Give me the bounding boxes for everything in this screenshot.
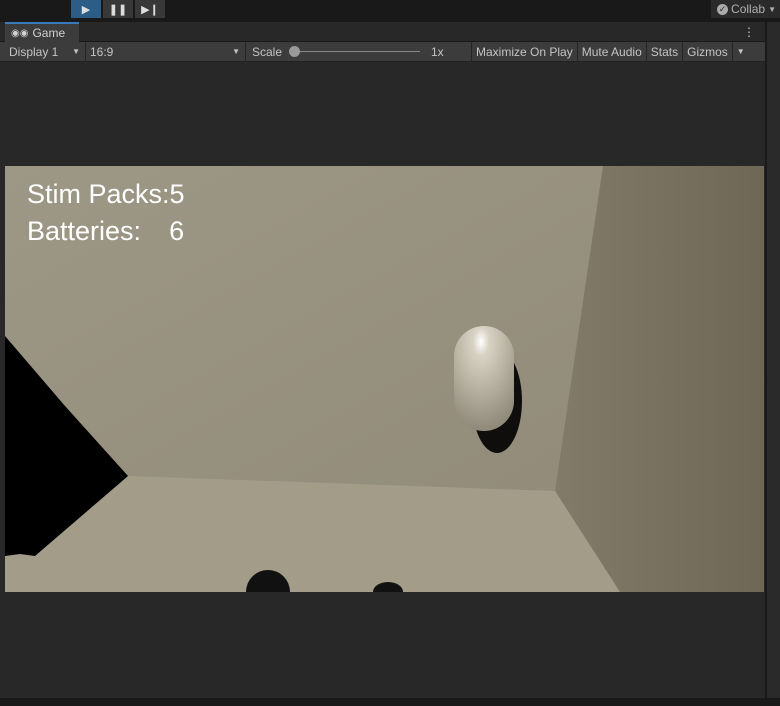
stim-packs-counter: Stim Packs:5 — [27, 179, 185, 209]
aspect-label: 16:9 — [90, 44, 114, 59]
main-toolbar: ▶ ❚❚ ▶❙ ✓ Collab ▼ — [0, 0, 780, 22]
display-dropdown[interactable]: Display 1 ▼ — [0, 41, 86, 62]
inspector-panel-edge — [765, 22, 780, 706]
gizmos-dropdown-icon[interactable]: ▼ — [733, 42, 749, 62]
stats-toggle[interactable]: Stats — [647, 41, 684, 62]
game-view[interactable]: Stim Packs:5 Batteries: 6 — [0, 62, 765, 698]
chevron-down-icon: ▼ — [768, 4, 776, 14]
scale-control: Scale 1x — [246, 41, 472, 62]
bottom-bar — [0, 698, 780, 706]
collab-label: Collab — [731, 2, 766, 16]
maximize-on-play-toggle[interactable]: Maximize On Play — [472, 41, 578, 62]
gamepad-icon: ◉◉ — [11, 27, 29, 39]
more-options-icon[interactable]: ⋮ — [743, 25, 755, 39]
chevron-down-icon: ▼ — [232, 47, 240, 56]
game-toolbar: Display 1 ▼ 16:9 ▼ Scale 1x Maximize On Pl… — [0, 41, 765, 62]
batteries-value: 6 — [169, 216, 185, 246]
collab-button[interactable]: ✓ Collab ▼ — [711, 0, 780, 18]
scale-slider[interactable] — [289, 45, 420, 57]
chevron-down-icon: ▼ — [72, 47, 80, 56]
aspect-dropdown[interactable]: 16:9 ▼ — [86, 41, 246, 62]
pause-button[interactable]: ❚❚ — [103, 0, 133, 18]
mute-audio-toggle[interactable]: Mute Audio — [578, 41, 647, 62]
tab-bar: ◉◉ Game ⋮ — [0, 22, 765, 42]
batteries-label: Batteries: — [27, 216, 142, 246]
batteries-counter: Batteries: 6 — [27, 216, 184, 247]
check-icon: ✓ — [717, 3, 729, 15]
scale-slider-handle[interactable] — [289, 45, 300, 57]
capsule — [454, 326, 514, 431]
scale-value: 1x — [431, 44, 444, 59]
gizmos-toggle[interactable]: Gizmos — [683, 41, 733, 62]
play-button[interactable]: ▶ — [71, 0, 101, 18]
scale-label: Scale — [252, 44, 283, 59]
tab-label: Game — [32, 26, 66, 40]
step-button[interactable]: ▶❙ — [135, 0, 165, 18]
display-label: Display 1 — [9, 44, 59, 59]
tab-game[interactable]: ◉◉ Game — [5, 22, 79, 42]
